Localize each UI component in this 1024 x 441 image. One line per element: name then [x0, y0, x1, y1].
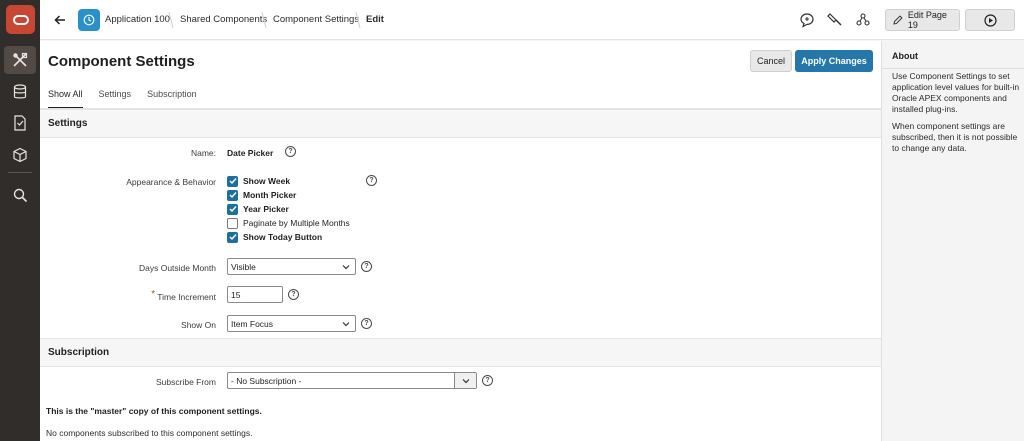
about-title: About	[892, 51, 918, 61]
subscription-region-header: Subscription	[40, 338, 881, 367]
feedback-chat-icon[interactable]	[799, 12, 815, 28]
breadcrumb-separator-icon	[168, 11, 174, 29]
input-value: 15	[231, 289, 241, 300]
subscription-region-title: Subscription	[48, 347, 110, 358]
subscribed-components-note: No components subscribed to this compone…	[46, 428, 253, 438]
search-icon[interactable]	[4, 181, 36, 209]
sql-workshop-database-icon[interactable]	[4, 78, 36, 106]
pencil-icon	[893, 15, 903, 25]
time-increment-input[interactable]: 15	[227, 286, 283, 303]
checkbox-label: Paginate by Multiple Months	[243, 218, 350, 228]
edit-page-label: Edit Page 19	[907, 10, 947, 30]
time-increment-label-text: Time Increment	[157, 292, 216, 302]
team-development-document-icon[interactable]	[4, 109, 36, 137]
help-icon[interactable]: ?	[482, 375, 493, 386]
name-value: Date Picker	[227, 148, 274, 158]
cancel-button[interactable]: Cancel	[750, 50, 792, 72]
back-arrow-icon[interactable]	[53, 13, 67, 27]
left-navigation	[0, 0, 40, 441]
help-icon[interactable]: ?	[361, 261, 372, 272]
about-paragraph-1: Use Component Settings to set applicatio…	[892, 71, 1020, 114]
show-on-label: Show On	[181, 320, 216, 330]
tab-bar: Show All Settings Subscription	[48, 89, 213, 109]
oracle-logo-icon[interactable]	[6, 5, 35, 34]
chevron-down-icon[interactable]	[454, 373, 476, 388]
top-header: Application 100 Shared Components Compon…	[40, 0, 1024, 40]
app-badge-icon[interactable]	[78, 9, 100, 31]
chevron-down-icon	[342, 265, 350, 270]
checkbox-show-today-button[interactable]: Show Today Button	[227, 231, 322, 243]
tab-subscription[interactable]: Subscription	[147, 89, 197, 109]
time-increment-label: * Time Increment	[151, 289, 216, 302]
select-value: Item Focus	[231, 318, 274, 329]
checkbox-month-picker[interactable]: Month Picker	[227, 189, 296, 201]
breadcrumb-application[interactable]: Application 100	[105, 14, 170, 25]
checkbox-label: Show Today Button	[243, 232, 323, 242]
help-icon[interactable]: ?	[366, 175, 377, 186]
checkbox-show-week[interactable]: Show Week	[227, 175, 290, 187]
about-paragraph-2: When component settings are subscribed, …	[892, 121, 1018, 153]
days-outside-month-label: Days Outside Month	[138, 263, 216, 273]
checkbox-label: Year Picker	[243, 204, 289, 214]
checkbox-label: Month Picker	[243, 190, 297, 200]
checkbox-checked-icon[interactable]	[227, 231, 238, 243]
apply-changes-button[interactable]: Apply Changes	[795, 50, 873, 72]
breadcrumb-component-settings[interactable]: Component Settings	[273, 14, 359, 25]
select-value: Visible	[231, 261, 256, 272]
breadcrumb-separator-icon	[261, 11, 267, 29]
play-icon	[983, 13, 997, 27]
help-icon[interactable]: ?	[361, 318, 372, 329]
help-icon[interactable]: ?	[288, 289, 299, 300]
chevron-down-icon	[342, 322, 350, 327]
appearance-behavior-label: Appearance & Behavior	[126, 177, 216, 187]
page-title: Component Settings	[48, 53, 195, 70]
breadcrumb-separator-icon	[355, 11, 361, 29]
master-copy-note: This is the "master" copy of this compon…	[46, 406, 262, 416]
name-label: Name:	[190, 148, 216, 158]
help-icon[interactable]: ?	[285, 146, 296, 157]
checkbox-checked-icon[interactable]	[227, 203, 238, 215]
shared-components-icon[interactable]	[827, 12, 843, 28]
edit-page-button[interactable]: Edit Page 19	[885, 9, 960, 31]
show-on-select[interactable]: Item Focus	[227, 315, 356, 332]
checkbox-checked-icon[interactable]	[227, 189, 238, 201]
checkbox-paginate-multiple-months[interactable]: Paginate by Multiple Months	[227, 217, 350, 229]
select-value: - No Subscription -	[231, 375, 302, 386]
team-members-icon[interactable]	[855, 12, 871, 28]
subscribe-from-label: Subscribe From	[156, 377, 216, 387]
required-asterisk: *	[151, 289, 156, 300]
tab-show-all[interactable]: Show All	[48, 89, 83, 109]
breadcrumb-edit: Edit	[366, 14, 384, 25]
main-content: Component Settings Cancel Apply Changes …	[40, 41, 881, 441]
nav-divider	[8, 172, 32, 173]
breadcrumb-shared-components[interactable]: Shared Components	[180, 14, 267, 25]
run-page-button[interactable]	[965, 9, 1015, 31]
settings-region-header: Settings	[40, 109, 881, 138]
settings-region-title: Settings	[48, 118, 88, 129]
subscribe-from-select[interactable]: - No Subscription -	[227, 372, 477, 389]
about-divider	[882, 68, 1024, 69]
days-outside-month-select[interactable]: Visible	[227, 258, 356, 275]
checkbox-label: Show Week	[243, 176, 291, 186]
about-panel: About Use Component Settings to set appl…	[881, 41, 1024, 441]
checkbox-checked-icon[interactable]	[227, 175, 238, 187]
app-builder-nav-icon[interactable]	[4, 46, 36, 74]
checkbox-year-picker[interactable]: Year Picker	[227, 203, 289, 215]
tab-settings[interactable]: Settings	[99, 89, 132, 109]
gallery-package-icon[interactable]	[4, 141, 36, 169]
checkbox-unchecked-icon[interactable]	[227, 217, 238, 229]
